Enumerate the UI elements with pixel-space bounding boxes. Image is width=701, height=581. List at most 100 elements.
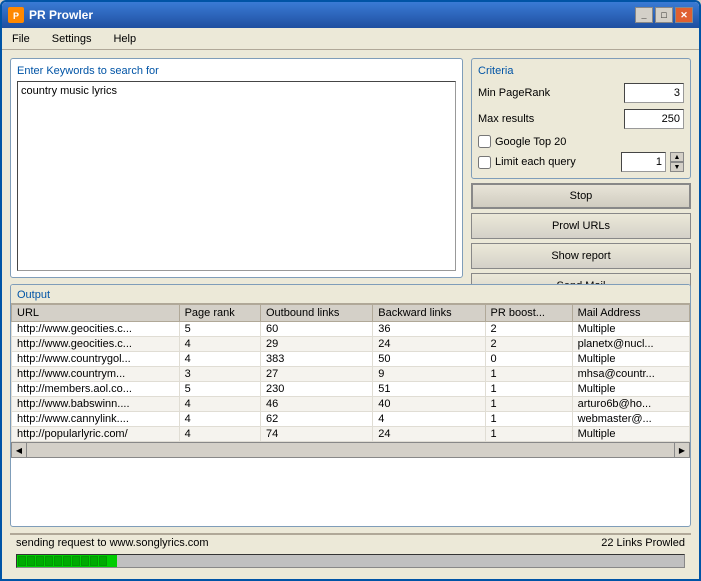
min-pagerank-label: Min PageRank bbox=[478, 87, 550, 99]
min-pagerank-input[interactable] bbox=[624, 83, 684, 103]
cell-0: http://www.countrygol... bbox=[12, 352, 180, 367]
cell-5: mhsa@countr... bbox=[572, 367, 689, 382]
cell-3: 50 bbox=[373, 352, 485, 367]
minimize-button[interactable]: _ bbox=[635, 7, 653, 23]
main-content: Enter Keywords to search for Criteria Mi… bbox=[2, 50, 699, 579]
cell-2: 74 bbox=[260, 427, 372, 442]
cell-3: 36 bbox=[373, 322, 485, 337]
col-prboost: PR boost... bbox=[485, 305, 572, 322]
cell-0: http://www.countrym... bbox=[12, 367, 180, 382]
cell-1: 3 bbox=[179, 367, 260, 382]
table-row: http://www.geocities.c...560362Multiple bbox=[12, 322, 690, 337]
cell-3: 40 bbox=[373, 397, 485, 412]
cell-0: http://members.aol.co... bbox=[12, 382, 180, 397]
cell-1: 4 bbox=[179, 427, 260, 442]
status-right: 22 Links Prowled bbox=[601, 537, 685, 549]
cell-1: 5 bbox=[179, 322, 260, 337]
col-mail: Mail Address bbox=[572, 305, 689, 322]
cell-3: 9 bbox=[373, 367, 485, 382]
google-top20-checkbox[interactable] bbox=[478, 135, 491, 148]
max-results-input[interactable] bbox=[624, 109, 684, 129]
cell-4: 1 bbox=[485, 412, 572, 427]
progress-segment bbox=[54, 556, 62, 566]
cell-4: 2 bbox=[485, 337, 572, 352]
table-row: http://www.cannylink....46241webmaster@.… bbox=[12, 412, 690, 427]
results-table: URL Page rank Outbound links Backward li… bbox=[11, 304, 690, 442]
cell-3: 4 bbox=[373, 412, 485, 427]
col-url: URL bbox=[12, 305, 180, 322]
cell-4: 2 bbox=[485, 322, 572, 337]
progress-segment bbox=[18, 556, 26, 566]
cell-3: 24 bbox=[373, 427, 485, 442]
cell-2: 383 bbox=[260, 352, 372, 367]
scroll-left-button[interactable]: ◀ bbox=[11, 442, 27, 458]
progress-segment bbox=[72, 556, 80, 566]
title-bar-left: P PR Prowler bbox=[8, 7, 93, 23]
status-left: sending request to www.songlyrics.com bbox=[16, 537, 209, 549]
max-results-label: Max results bbox=[478, 113, 534, 125]
cell-2: 230 bbox=[260, 382, 372, 397]
cell-1: 4 bbox=[179, 352, 260, 367]
table-row: http://www.babswinn....446401arturo6b@ho… bbox=[12, 397, 690, 412]
spinner-down-button[interactable]: ▼ bbox=[670, 162, 684, 172]
show-report-button[interactable]: Show report bbox=[471, 243, 691, 269]
cell-3: 24 bbox=[373, 337, 485, 352]
right-panel: Criteria Min PageRank Max results Google… bbox=[471, 58, 691, 278]
limit-value-input[interactable] bbox=[621, 152, 666, 172]
top-section: Enter Keywords to search for Criteria Mi… bbox=[10, 58, 691, 278]
limit-query-checkbox[interactable] bbox=[478, 156, 491, 169]
cell-5: Multiple bbox=[572, 352, 689, 367]
cell-5: arturo6b@ho... bbox=[572, 397, 689, 412]
cell-0: http://www.babswinn.... bbox=[12, 397, 180, 412]
criteria-panel: Criteria Min PageRank Max results Google… bbox=[471, 58, 691, 179]
cell-1: 4 bbox=[179, 397, 260, 412]
cell-4: 1 bbox=[485, 397, 572, 412]
bottom-area: sending request to www.songlyrics.com 22… bbox=[10, 533, 691, 571]
stop-button[interactable]: Stop bbox=[471, 183, 691, 209]
menu-settings[interactable]: Settings bbox=[46, 31, 98, 47]
cell-3: 51 bbox=[373, 382, 485, 397]
keywords-title: Enter Keywords to search for bbox=[17, 65, 456, 77]
maximize-button[interactable]: □ bbox=[655, 7, 673, 23]
menu-help[interactable]: Help bbox=[107, 31, 142, 47]
cell-1: 4 bbox=[179, 412, 260, 427]
cell-0: http://www.cannylink.... bbox=[12, 412, 180, 427]
progress-segment bbox=[90, 556, 98, 566]
cell-2: 27 bbox=[260, 367, 372, 382]
title-controls: _ □ ✕ bbox=[635, 7, 693, 23]
cell-1: 5 bbox=[179, 382, 260, 397]
google-top20-label: Google Top 20 bbox=[495, 136, 566, 148]
app-icon: P bbox=[8, 7, 24, 23]
cell-5: Multiple bbox=[572, 382, 689, 397]
prowl-urls-button[interactable]: Prowl URLs bbox=[471, 213, 691, 239]
cell-5: Multiple bbox=[572, 322, 689, 337]
table-header-row: URL Page rank Outbound links Backward li… bbox=[12, 305, 690, 322]
cell-1: 4 bbox=[179, 337, 260, 352]
title-bar: P PR Prowler _ □ ✕ bbox=[2, 2, 699, 28]
table-row: http://members.aol.co...5230511Multiple bbox=[12, 382, 690, 397]
window-title: PR Prowler bbox=[29, 8, 93, 22]
progress-bar-container bbox=[16, 554, 685, 568]
progress-segment bbox=[63, 556, 71, 566]
progress-segment bbox=[99, 556, 107, 566]
min-pagerank-row: Min PageRank bbox=[478, 83, 684, 103]
col-pagerank: Page rank bbox=[179, 305, 260, 322]
scroll-track[interactable] bbox=[27, 443, 674, 457]
output-title: Output bbox=[11, 285, 690, 304]
cell-0: http://www.geocities.c... bbox=[12, 322, 180, 337]
cell-4: 1 bbox=[485, 382, 572, 397]
cell-2: 62 bbox=[260, 412, 372, 427]
cell-5: webmaster@... bbox=[572, 412, 689, 427]
output-panel: Output URL Page rank Outbound links Back… bbox=[10, 284, 691, 527]
svg-text:P: P bbox=[13, 11, 19, 21]
spinner-up-button[interactable]: ▲ bbox=[670, 152, 684, 162]
main-window: P PR Prowler _ □ ✕ File Settings Help En… bbox=[0, 0, 701, 581]
google-top20-row: Google Top 20 bbox=[478, 135, 684, 148]
scroll-right-button[interactable]: ▶ bbox=[674, 442, 690, 458]
criteria-title: Criteria bbox=[478, 65, 684, 77]
close-button[interactable]: ✕ bbox=[675, 7, 693, 23]
keywords-input[interactable] bbox=[17, 81, 456, 271]
menu-file[interactable]: File bbox=[6, 31, 36, 47]
table-scroll-wrapper[interactable]: URL Page rank Outbound links Backward li… bbox=[11, 304, 690, 442]
cell-4: 0 bbox=[485, 352, 572, 367]
